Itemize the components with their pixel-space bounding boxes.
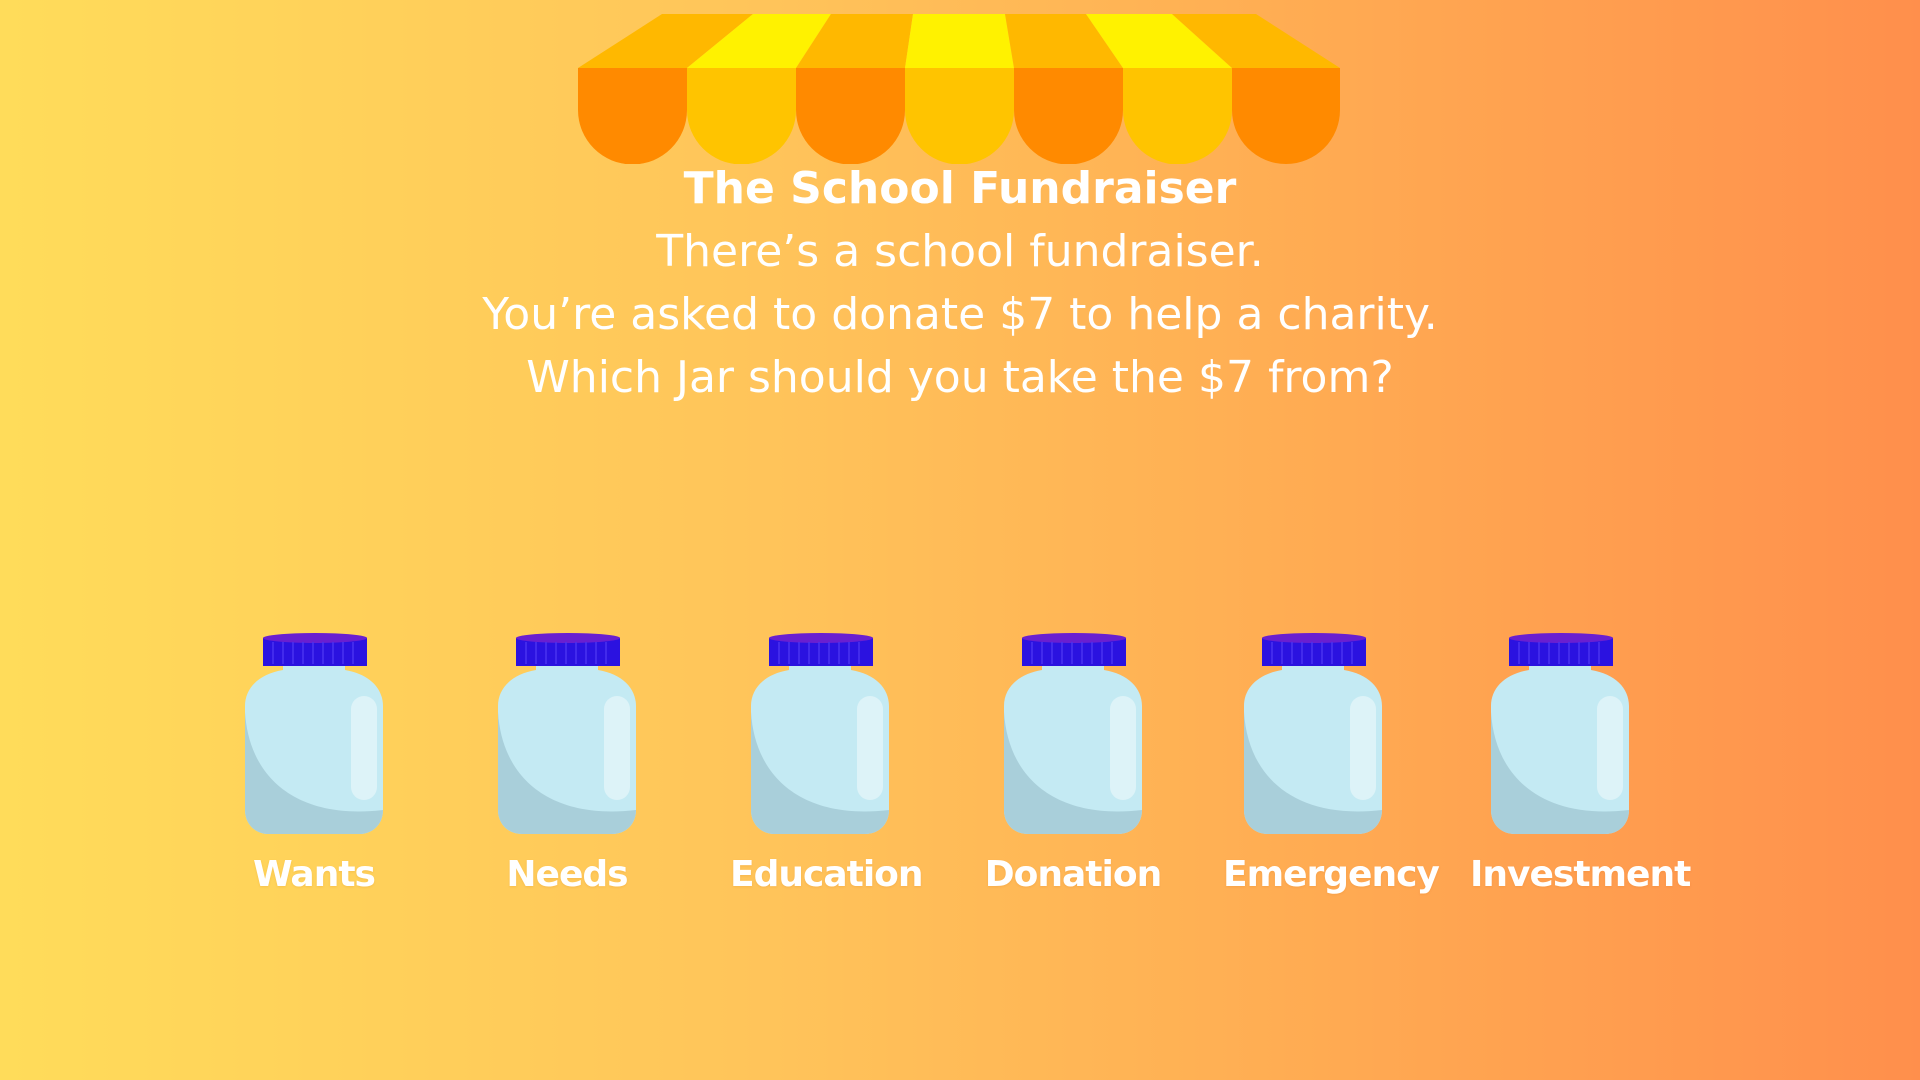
jar-icon bbox=[1491, 633, 1629, 834]
jar-icon bbox=[751, 633, 889, 834]
jar-label: Education bbox=[730, 854, 924, 895]
scenario-line-3: Which Jar should you take the $7 from? bbox=[526, 352, 1394, 403]
jar-icon bbox=[498, 633, 636, 834]
jar-education[interactable]: Education bbox=[730, 630, 924, 895]
jar-label: Wants bbox=[253, 854, 376, 895]
jar-icon bbox=[245, 633, 383, 834]
jar-label: Emergency bbox=[1223, 854, 1440, 895]
jar-label: Needs bbox=[506, 854, 628, 895]
jar-donation[interactable]: Donation bbox=[983, 630, 1163, 895]
jar-icon bbox=[1004, 633, 1142, 834]
jar-label: Investment bbox=[1470, 854, 1691, 895]
jar-options: Wants Needs Education Donation Emergency… bbox=[0, 630, 1920, 910]
jar-needs[interactable]: Needs bbox=[477, 630, 657, 895]
scenario-text: The School Fundraiser There’s a school f… bbox=[0, 158, 1920, 409]
scenario-title: The School Fundraiser bbox=[683, 163, 1237, 214]
jar-icon bbox=[1244, 633, 1382, 834]
jar-label: Donation bbox=[984, 854, 1162, 895]
scenario-line-1: There’s a school fundraiser. bbox=[656, 226, 1264, 277]
jar-investment[interactable]: Investment bbox=[1470, 630, 1691, 895]
awning-icon bbox=[578, 14, 1340, 164]
scenario-line-2: You’re asked to donate $7 to help a char… bbox=[482, 289, 1438, 340]
jar-emergency[interactable]: Emergency bbox=[1223, 630, 1440, 895]
jar-wants[interactable]: Wants bbox=[224, 630, 404, 895]
